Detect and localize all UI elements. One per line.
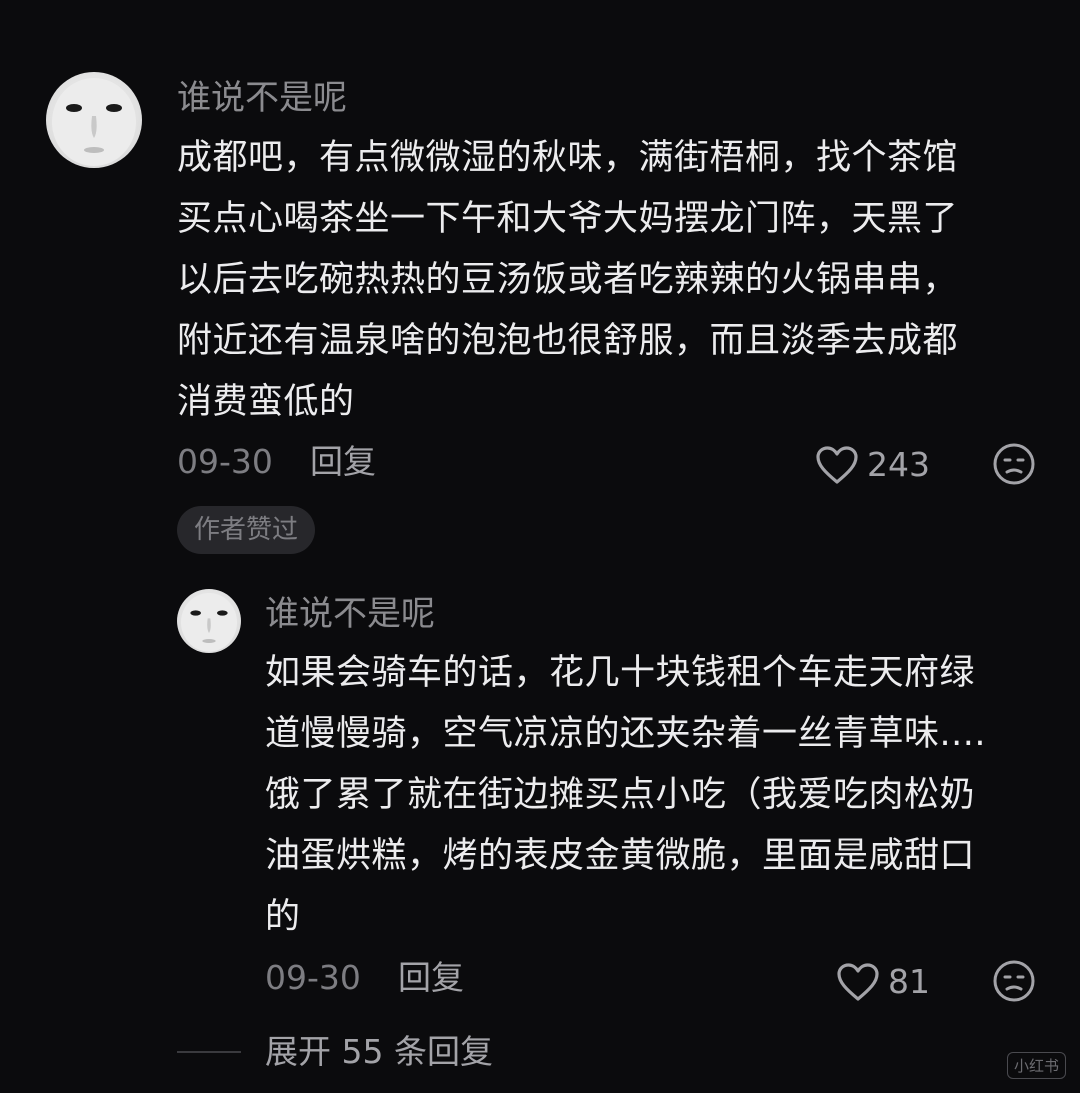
watermark-logo: 小红书 — [1006, 1052, 1066, 1079]
comment-like-button[interactable]: 243 — [815, 445, 930, 485]
reply-line: 的 — [265, 897, 301, 937]
comment-text: 成都吧，有点微微湿的秋味，满街梧桐，找个茶馆 买点心喝茶坐一下午和大爷大妈摆龙门… — [177, 128, 958, 433]
comment-line: 附近还有温泉啥的泡泡也很舒服，而且淡季去成都 — [177, 321, 959, 361]
comment-line: 成都吧，有点微微湿的秋味，满街梧桐，找个茶馆 — [177, 138, 959, 178]
reply-date: 09-30 — [265, 958, 361, 997]
comment-dislike-button[interactable] — [992, 442, 1036, 486]
reply-line: 道慢慢骑，空气凉凉的还夹杂着一丝青草味.... — [265, 714, 987, 754]
reply-line: 油蛋烘糕，烤的表皮金黄微脆，里面是咸甜口 — [265, 836, 976, 876]
reply-username[interactable]: 谁说不是呢 — [265, 594, 435, 634]
comment-line: 消费蛮低的 — [177, 382, 355, 422]
comment-reply-button[interactable]: 回复 — [310, 442, 376, 482]
heart-outline-icon — [837, 963, 879, 1001]
reply-dislike-button[interactable] — [992, 959, 1036, 1003]
reply-like-button[interactable]: 81 — [836, 962, 930, 1002]
reply-text: 如果会骑车的话，花几十块钱租个车走天府绿 道慢慢骑，空气凉凉的还夹杂着一丝青草味… — [265, 643, 986, 948]
expand-replies-button[interactable]: 展开 55 条回复 — [177, 1032, 493, 1072]
neutral-face-icon — [993, 443, 1035, 485]
reply-like-count: 81 — [888, 962, 930, 1001]
reply-reply-button[interactable]: 回复 — [398, 958, 464, 998]
neutral-face-icon — [993, 960, 1035, 1002]
comment-username[interactable]: 谁说不是呢 — [177, 78, 347, 118]
comment-like-count: 243 — [867, 445, 930, 484]
comment-line: 以后去吃碗热热的豆汤饭或者吃辣辣的火锅串串， — [177, 260, 959, 300]
avatar[interactable] — [46, 72, 142, 168]
comment-date: 09-30 — [177, 442, 273, 481]
expand-divider — [177, 1051, 241, 1053]
reply-line: 饿了累了就在街边摊买点小吃（我爱吃肉松奶 — [265, 775, 976, 815]
avatar-face-icon — [52, 78, 136, 166]
heart-outline-icon — [816, 446, 858, 484]
author-liked-badge: 作者赞过 — [177, 506, 316, 554]
reply-line: 如果会骑车的话，花几十块钱租个车走天府绿 — [265, 653, 976, 693]
avatar-face-icon — [181, 593, 237, 652]
comment-line: 买点心喝茶坐一下午和大爷大妈摆龙门阵，天黑了 — [177, 199, 959, 239]
reply-avatar[interactable] — [177, 589, 241, 653]
expand-replies-label: 展开 55 条回复 — [265, 1032, 493, 1071]
